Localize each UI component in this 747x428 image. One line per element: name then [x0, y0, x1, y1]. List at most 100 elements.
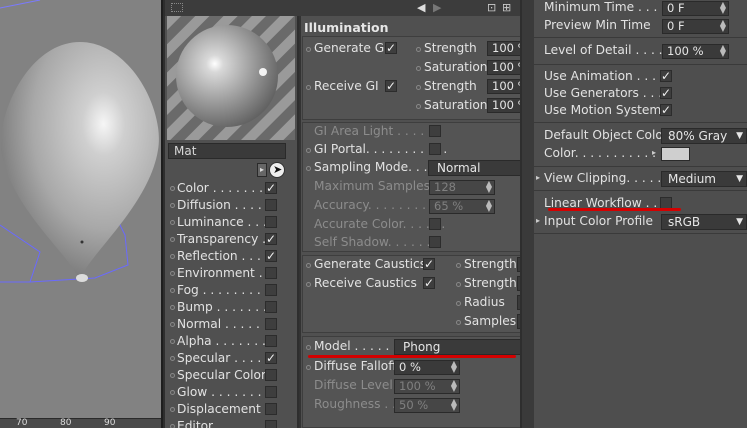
caustic-strength-field[interactable] [517, 257, 520, 272]
color-swatch[interactable] [661, 147, 690, 161]
lock-icon[interactable]: ⊡ [487, 1, 496, 14]
caustic-radius-field[interactable] [517, 295, 520, 310]
channel-item[interactable]: Editor . . . . . . . . . . [165, 418, 297, 428]
input-color-profile-dropdown[interactable]: sRGB ▼ [661, 214, 747, 230]
receive-caustics-row[interactable]: Receive Caustics ✓ [303, 276, 453, 293]
receive-gi-checkbox[interactable]: ✓ [385, 80, 397, 92]
gi-saturation-field[interactable]: 100 % [487, 60, 520, 75]
view-clipping-row[interactable]: ▸ View Clipping. . . . . . Medium ▼ [534, 171, 747, 188]
use-animation-checkbox[interactable]: ✓ [660, 70, 672, 82]
cursor-arrow-icon[interactable]: ➤ [269, 162, 285, 178]
keyframe-dot-icon[interactable] [306, 166, 311, 171]
channel-item[interactable]: Environment . . . . . . . . . . [165, 265, 297, 282]
sampling-mode-dropdown[interactable]: Normal [428, 160, 520, 176]
default-object-color-dropdown[interactable]: 80% Gray ▼ [661, 128, 747, 144]
keyframe-dot-icon[interactable] [170, 288, 175, 293]
channel-checkbox[interactable] [265, 420, 277, 428]
channel-checkbox[interactable] [265, 318, 277, 330]
keyframe-dot-icon[interactable] [170, 390, 175, 395]
keyframe-dot-icon[interactable] [170, 254, 175, 259]
material-menu-arrow[interactable]: ▸ [257, 163, 267, 177]
spinner-arrows-icon[interactable]: ▲ ▼ [451, 380, 457, 393]
channel-item[interactable]: Bump . . . . . . . . . . [165, 299, 297, 316]
preview-min-time-row[interactable]: Preview Min Time 0 F ▲ ▼ [534, 18, 747, 35]
channel-item[interactable]: Specular . . . . . . . . . .✓ [165, 350, 297, 367]
diffuse-level-field[interactable]: 100 % ▲ ▼ [394, 379, 460, 394]
keyframe-dot-icon[interactable] [170, 203, 175, 208]
caustic-radius-row[interactable]: Radius [453, 295, 520, 312]
spinner-arrows-icon[interactable]: ▲ ▼ [720, 2, 726, 15]
keyframe-dot-icon[interactable] [306, 85, 311, 90]
expand-arrow-icon[interactable]: ▸ [536, 216, 540, 225]
keyframe-dot-icon[interactable] [170, 373, 175, 378]
channel-item[interactable]: Specular Color . . . . . . . . . . [165, 367, 297, 384]
channel-item[interactable]: Alpha . . . . . . . . . . [165, 333, 297, 350]
use-generators-row[interactable]: Use Generators . . . . ✓ [534, 86, 747, 103]
minimum-time-row[interactable]: Minimum Time . . . . . 0 F ▲ ▼ [534, 0, 747, 17]
keyframe-dot-icon[interactable] [306, 365, 311, 370]
channel-item[interactable]: Transparency . . . . . . . . . .✓ [165, 231, 297, 248]
keyframe-dot-icon[interactable] [170, 271, 175, 276]
keyframe-dot-icon[interactable] [416, 104, 421, 109]
spinner-arrows-icon[interactable]: ▲ ▼ [451, 399, 457, 412]
level-of-detail-field[interactable]: 100 % ▲ ▼ [662, 44, 729, 59]
new-panel-icon[interactable]: ⊞ [502, 1, 511, 14]
model-dropdown[interactable]: Phong [394, 339, 520, 355]
material-name-field[interactable]: Mat [168, 143, 286, 159]
color-row[interactable]: Color. . . . . . . . . . . . . . ▸ [534, 146, 747, 163]
keyframe-dot-icon[interactable] [170, 186, 175, 191]
spinner-arrows-icon[interactable]: ▲ ▼ [720, 45, 726, 58]
channel-item[interactable]: Luminance . . . . . . . . . . [165, 214, 297, 231]
keyframe-dot-icon[interactable] [170, 220, 175, 225]
self-shadow-row[interactable]: Self Shadow. . . . . . . [303, 235, 520, 252]
spinner-arrows-icon[interactable]: ▲ ▼ [486, 181, 492, 194]
keyframe-dot-icon[interactable] [306, 47, 311, 52]
channel-checkbox[interactable] [265, 216, 277, 228]
accurate-color-checkbox[interactable] [429, 218, 441, 230]
default-object-color-row[interactable]: Default Object Color 80% Gray ▼ [534, 128, 747, 145]
roughness-row[interactable]: Roughness . . 50 % ▲ ▼ [303, 397, 520, 414]
generate-caustics-row[interactable]: Generate Caustics ✓ [303, 257, 453, 274]
channel-checkbox[interactable]: ✓ [265, 182, 277, 194]
gi-strength-row[interactable]: Strength 100 % [413, 41, 520, 58]
receive-gi-row[interactable]: Receive GI ✓ [303, 79, 423, 96]
rgi-saturation-field[interactable]: 100 % [487, 98, 520, 113]
keyframe-dot-icon[interactable] [170, 339, 175, 344]
generate-gi-row[interactable]: Generate GI ✓ [303, 41, 423, 58]
caustic-samples-row[interactable]: Samples [453, 314, 520, 331]
input-color-profile-row[interactable]: ▸ Input Color Profile sRGB ▼ [534, 214, 747, 231]
gi-portal-checkbox[interactable] [429, 143, 441, 155]
model-row[interactable]: Model . . . . . . . Phong [303, 339, 520, 356]
keyframe-dot-icon[interactable] [416, 47, 421, 52]
accurate-color-row[interactable]: Accurate Color. . . . . . [303, 217, 520, 234]
channel-checkbox[interactable] [265, 335, 277, 347]
timeline-ruler[interactable]: 70 80 90 [0, 418, 161, 428]
keyframe-dot-icon[interactable] [306, 282, 311, 287]
spinner-arrows-icon[interactable]: ▲ ▼ [720, 20, 726, 33]
expand-arrow-icon[interactable]: ▸ [652, 148, 656, 157]
receive-caustics-checkbox[interactable]: ✓ [423, 277, 435, 289]
grip-icon[interactable] [171, 3, 183, 12]
roughness-field[interactable]: 50 % ▲ ▼ [394, 398, 460, 413]
caustic-strength-2-field[interactable] [517, 276, 520, 291]
spinner-arrows-icon[interactable]: ▲ ▼ [451, 361, 457, 374]
channel-item[interactable]: Glow . . . . . . . . . . [165, 384, 297, 401]
keyframe-dot-icon[interactable] [170, 356, 175, 361]
keyframe-dot-icon[interactable] [170, 407, 175, 412]
max-samples-row[interactable]: Maximum Samples 128 ▲ ▼ [303, 179, 520, 196]
keyframe-dot-icon[interactable] [416, 85, 421, 90]
level-of-detail-row[interactable]: Level of Detail . . . . . 100 % ▲ ▼ [534, 43, 747, 60]
gi-portal-row[interactable]: GI Portal. . . . . . . . . . . [303, 142, 520, 159]
material-preview[interactable] [167, 16, 295, 140]
self-shadow-checkbox[interactable] [429, 236, 441, 248]
use-generators-checkbox[interactable]: ✓ [660, 87, 672, 99]
channel-checkbox[interactable] [265, 301, 277, 313]
channel-checkbox[interactable] [265, 369, 277, 381]
rgi-strength-field[interactable]: 100 % [487, 79, 520, 94]
rgi-strength-row[interactable]: Strength 100 % [413, 79, 520, 96]
keyframe-dot-icon[interactable] [416, 66, 421, 71]
gi-saturation-row[interactable]: Saturation 100 % [413, 60, 520, 77]
channel-checkbox[interactable]: ✓ [265, 250, 277, 262]
keyframe-dot-icon[interactable] [170, 322, 175, 327]
caustic-strength-row[interactable]: Strength [453, 257, 520, 274]
